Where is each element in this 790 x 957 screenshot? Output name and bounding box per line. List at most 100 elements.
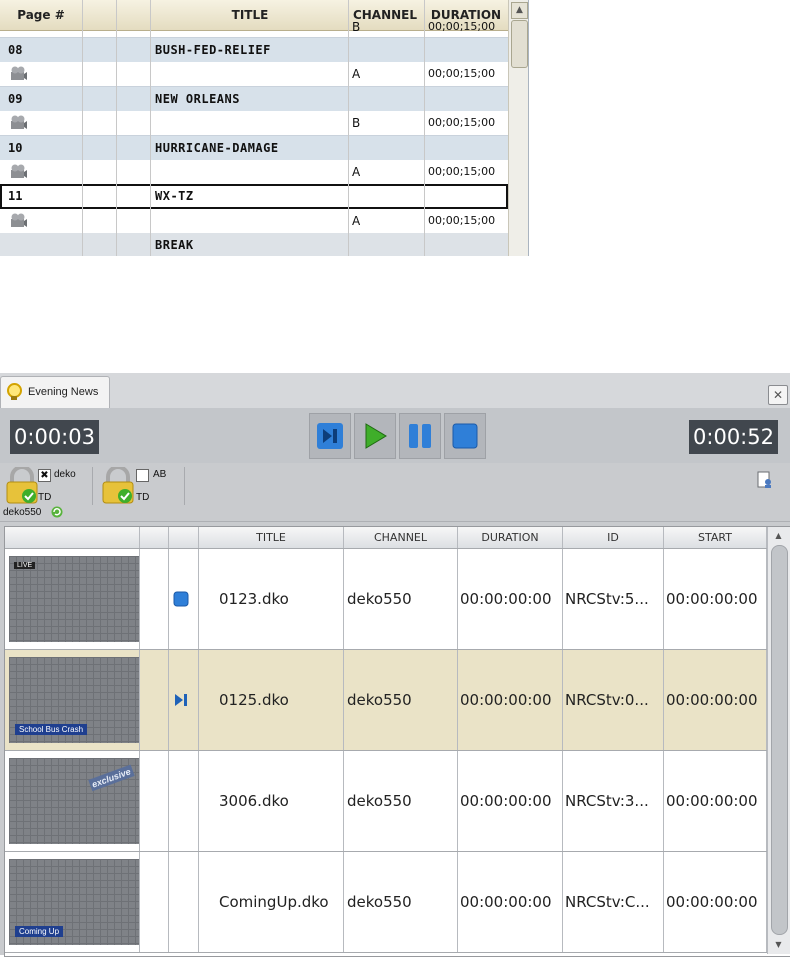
- cell-duration: 00:00:00:00: [458, 751, 563, 851]
- clip-thumbnail[interactable]: Coming Up: [9, 859, 139, 945]
- cell-duration: 00;00;15;00: [428, 213, 496, 227]
- channel-label: deko: [54, 469, 76, 480]
- tab-label: Evening News: [28, 386, 99, 398]
- grid-header: TITLE CHANNEL DURATION ID START: [5, 527, 767, 549]
- stop-button[interactable]: [444, 413, 486, 459]
- col-header-channel[interactable]: CHANNEL: [344, 527, 458, 548]
- clip-thumbnail[interactable]: exclusive: [9, 758, 139, 844]
- cell-channel: A: [352, 165, 361, 179]
- break-row[interactable]: BREAK: [0, 233, 508, 256]
- cell-title: ComingUp.dko: [199, 852, 344, 952]
- cell-title: 0125.dko: [199, 650, 344, 750]
- cell-id: NRCStv:3...: [563, 751, 664, 851]
- cell-page: 08: [8, 43, 23, 57]
- cell-channel: B: [352, 20, 361, 34]
- cell-start: 00:00:00:00: [664, 549, 767, 649]
- cell-title: 3006.dko: [199, 751, 344, 851]
- clip-thumbnail[interactable]: LIVE: [9, 556, 139, 642]
- col-header-blank[interactable]: [140, 527, 169, 548]
- lock-icon[interactable]: [4, 467, 40, 505]
- playlist-row[interactable]: Coming Up ComingUp.dko deko550 00:00:00:00 N…: [5, 852, 767, 953]
- film-reel-icon: [11, 164, 27, 178]
- skip-next-button[interactable]: [309, 413, 351, 459]
- cell-start: 00:00:00:00: [664, 751, 767, 851]
- col-header-title[interactable]: TITLE: [150, 0, 350, 30]
- cell-page: 11: [8, 189, 23, 204]
- channel-checkbox-ab[interactable]: [136, 469, 149, 482]
- cell-duration: 00;00;15;00: [428, 20, 496, 33]
- tab-evening-news[interactable]: Evening News: [0, 376, 110, 409]
- tab-bar: Evening News ✕: [0, 373, 790, 409]
- col-header-thumbnail[interactable]: [5, 527, 140, 548]
- channel-label: AB: [153, 469, 167, 480]
- clip-row[interactable]: A 00;00;15;00: [0, 208, 508, 234]
- cell-id: NRCStv:0...: [563, 650, 664, 750]
- cell-duration: 00;00;15;00: [428, 116, 496, 130]
- skip-next-icon: [317, 423, 343, 449]
- lock-icon[interactable]: [100, 467, 136, 505]
- stop-icon: [452, 423, 478, 449]
- rundown-scrollbar[interactable]: ▲: [508, 0, 528, 256]
- segment-row[interactable]: 08 BUSH-FED-RELIEF: [0, 38, 508, 63]
- cell-id: NRCStv:C...: [563, 852, 664, 952]
- clip-row[interactable]: A 00;00;15;00: [0, 62, 508, 88]
- user-settings-icon[interactable]: [757, 471, 773, 489]
- segment-row[interactable]: 10 HURRICANE-DAMAGE: [0, 135, 508, 161]
- thumbnail-caption: LIVE: [14, 562, 36, 569]
- col-header-start[interactable]: START: [664, 527, 767, 548]
- col-header-title[interactable]: TITLE: [199, 527, 344, 548]
- cell-start: 00:00:00:00: [664, 650, 767, 750]
- cell-duration: 00;00;15;00: [428, 67, 496, 81]
- grid-scrollbar[interactable]: ▲ ▼: [767, 527, 790, 954]
- column-divider: [116, 0, 117, 256]
- playlist-row[interactable]: School Bus Crash 0125.dko deko550 00:00:00:…: [5, 650, 767, 751]
- cell-channel: A: [352, 213, 361, 228]
- table-row[interactable]: B 00;00;15;00: [0, 20, 508, 38]
- cell-title: 0123.dko: [199, 549, 344, 649]
- segment-row[interactable]: 11 WX-TZ: [0, 184, 508, 210]
- column-divider: [424, 0, 425, 256]
- cell-title: NEW ORLEANS: [155, 91, 240, 106]
- thumbnail-caption: exclusive: [88, 764, 135, 792]
- transport-toolbar: 0:00:03 0:00:52: [0, 408, 790, 463]
- refresh-icon[interactable]: [51, 506, 63, 518]
- playlist-grid: TITLE CHANNEL DURATION ID START LIVE 0123…: [4, 526, 790, 957]
- column-divider: [150, 0, 151, 256]
- cell-channel: deko550: [344, 549, 458, 649]
- clip-row[interactable]: B 00;00;15;00: [0, 111, 508, 137]
- pause-button[interactable]: [399, 413, 441, 459]
- film-reel-icon: [11, 213, 27, 227]
- col-header-page[interactable]: Page #: [0, 0, 82, 30]
- cell-duration: 00:00:00:00: [458, 549, 563, 649]
- channel-strip: ✖ deko TD AB TD deko550: [0, 463, 790, 522]
- scroll-up-icon[interactable]: ▲: [770, 529, 787, 543]
- cell-page: 10: [8, 140, 23, 155]
- remaining-timer: 0:00:52: [689, 420, 778, 454]
- channel-checkbox-deko[interactable]: ✖: [38, 469, 51, 482]
- cell-channel: deko550: [344, 751, 458, 851]
- scroll-thumb[interactable]: [511, 20, 528, 68]
- close-icon[interactable]: ✕: [768, 385, 788, 405]
- film-reel-icon: [11, 66, 27, 81]
- cell-id: NRCStv:5...: [563, 549, 664, 649]
- scroll-up-icon[interactable]: ▲: [511, 2, 528, 19]
- col-header-id[interactable]: ID: [563, 527, 664, 548]
- cell-page: 09: [8, 91, 23, 106]
- device-label: deko550: [3, 507, 42, 518]
- playlist-row[interactable]: exclusive 3006.dko deko550 00:00:00:00 NRCSt…: [5, 751, 767, 852]
- playlist-row[interactable]: LIVE 0123.dko deko550 00:00:00:00 NRCStv:5..…: [5, 549, 767, 650]
- col-header-status[interactable]: [169, 527, 199, 548]
- play-button[interactable]: [354, 413, 396, 459]
- col-header-duration[interactable]: DURATION: [458, 527, 563, 548]
- cell-start: 00:00:00:00: [664, 852, 767, 952]
- pause-icon: [409, 424, 431, 448]
- film-reel-icon: [11, 115, 27, 130]
- column-divider: [82, 0, 83, 256]
- scroll-down-icon[interactable]: ▼: [770, 938, 787, 952]
- clip-row[interactable]: A 00;00;15;00: [0, 160, 508, 185]
- clip-thumbnail[interactable]: School Bus Crash: [9, 657, 139, 743]
- stop-icon: [173, 591, 189, 607]
- segment-row[interactable]: 09 NEW ORLEANS: [0, 86, 508, 112]
- scroll-thumb[interactable]: [771, 545, 788, 935]
- cell-duration: 00:00:00:00: [458, 650, 563, 750]
